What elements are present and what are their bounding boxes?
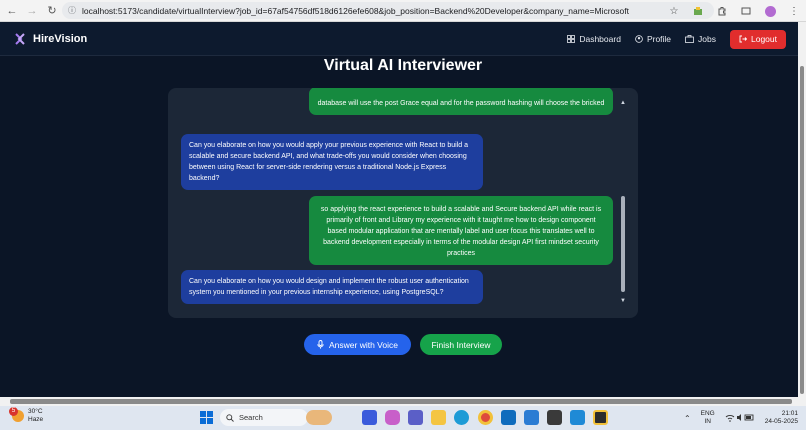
extensions-puzzle-icon[interactable] (713, 2, 731, 20)
page-title: Virtual AI Interviewer (323, 57, 483, 74)
chat-panel[interactable]: database will use the post Grace equal a… (168, 88, 638, 318)
bookmark-star-icon[interactable]: ☆ (665, 2, 683, 20)
app-icon-2[interactable] (547, 410, 562, 425)
nav-jobs[interactable]: Jobs (685, 34, 716, 44)
edge-icon[interactable] (454, 410, 469, 425)
weather-sun-icon: 5 (9, 407, 24, 422)
user-message: so applying the react experience to buil… (309, 196, 613, 265)
site-info-icon[interactable]: ⓘ (68, 5, 76, 16)
logout-label: Logout (751, 34, 777, 44)
dashboard-grid-icon (567, 35, 576, 43)
chat-scroll-thumb[interactable] (621, 196, 625, 292)
chrome-icon[interactable] (478, 410, 493, 425)
finish-interview-button[interactable]: Finish Interview (420, 334, 502, 355)
lang-line-2: IN (704, 418, 711, 425)
nav-jobs-label: Jobs (698, 34, 716, 44)
page-horizontal-thumb[interactable] (10, 399, 792, 404)
url-text: localhost:5173/candidate/virtualIntervie… (82, 5, 629, 16)
reload-icon[interactable]: ↻ (44, 3, 60, 19)
input-language[interactable]: ENG IN (701, 410, 715, 426)
user-circle-icon (635, 35, 643, 43)
logout-icon (739, 35, 747, 43)
briefcase-icon (685, 35, 694, 43)
taskbar-search[interactable]: Search (220, 409, 308, 426)
copilot-icon[interactable] (385, 410, 400, 425)
answer-with-voice-button[interactable]: Answer with Voice (304, 334, 411, 355)
brand-logo-icon (15, 32, 25, 45)
app-navbar: HireVision Dashboard Profile Jobs Logout (0, 22, 800, 56)
tray-chevron-up-icon[interactable]: ⌃ (684, 414, 691, 423)
windows-taskbar: 5 30°C Haze Search ⌃ ENG IN 21:01 24-05-… (0, 406, 806, 430)
chat-scrollbar[interactable]: ▲ ▼ (620, 100, 626, 304)
file-explorer-icon[interactable] (431, 410, 446, 425)
clock-date: 24-05-2025 (764, 418, 798, 425)
page-horizontal-scrollbar[interactable] (0, 397, 806, 406)
page-vertical-thumb[interactable] (800, 66, 804, 394)
app-icon-3[interactable] (593, 410, 608, 425)
weather-condition: Haze (28, 416, 44, 423)
nav-dashboard[interactable]: Dashboard (567, 34, 621, 44)
app-icon-1[interactable] (362, 410, 377, 425)
brand[interactable]: HireVision (12, 31, 87, 47)
vscode-icon[interactable] (570, 410, 585, 425)
ai-message: Can you elaborate on how you would apply… (181, 134, 483, 190)
page-vertical-scrollbar[interactable] (798, 22, 806, 397)
weather-badge: 5 (9, 407, 18, 416)
scroll-down-icon[interactable]: ▼ (620, 298, 626, 304)
clock-time: 21:01 (781, 410, 798, 417)
profile-avatar[interactable] (761, 2, 779, 20)
brand-name: HireVision (33, 32, 88, 45)
user-message: database will use the post Grace equal a… (309, 88, 613, 115)
teams-icon[interactable] (408, 410, 423, 425)
menu-kebab-icon[interactable]: ⋮ (785, 2, 803, 20)
address-bar[interactable]: ⓘ localhost:5173/candidate/virtualInterv… (62, 2, 714, 19)
browser-toolbar: ← → ↻ ⓘ localhost:5173/candidate/virtual… (0, 0, 806, 22)
ai-message: Can you elaborate on how you would desig… (181, 270, 483, 304)
extension-icon[interactable] (689, 2, 707, 20)
forward-icon[interactable]: → (24, 3, 40, 19)
tab-search-icon[interactable] (737, 2, 755, 20)
weather-widget[interactable]: 5 30°C Haze (9, 407, 44, 424)
chat-messages[interactable]: database will use the post Grace equal a… (168, 88, 626, 318)
finish-interview-label: Finish Interview (431, 339, 491, 350)
scroll-up-icon[interactable]: ▲ (620, 100, 626, 106)
nav-dashboard-label: Dashboard (579, 34, 621, 44)
outlook-icon[interactable] (501, 410, 516, 425)
nav-profile[interactable]: Profile (635, 34, 671, 44)
back-icon[interactable]: ← (4, 3, 20, 19)
microphone-icon (317, 340, 324, 349)
nav-profile-label: Profile (646, 34, 672, 44)
search-placeholder: Search (239, 413, 263, 422)
wifi-volume-battery-icons[interactable] (725, 413, 755, 424)
search-icon (226, 413, 234, 422)
system-tray: ⌃ ENG IN 21:01 24-05-2025 (684, 408, 798, 428)
weather-temperature: 30°C (28, 408, 43, 415)
lang-line-1: ENG (700, 410, 715, 417)
logout-button[interactable]: Logout (730, 29, 786, 49)
mail-icon[interactable] (524, 410, 539, 425)
windows-start-icon[interactable] (200, 411, 213, 424)
widgets-art-icon[interactable] (306, 410, 332, 425)
clock[interactable]: 21:01 24-05-2025 (765, 410, 798, 426)
answer-with-voice-label: Answer with Voice (329, 339, 398, 350)
